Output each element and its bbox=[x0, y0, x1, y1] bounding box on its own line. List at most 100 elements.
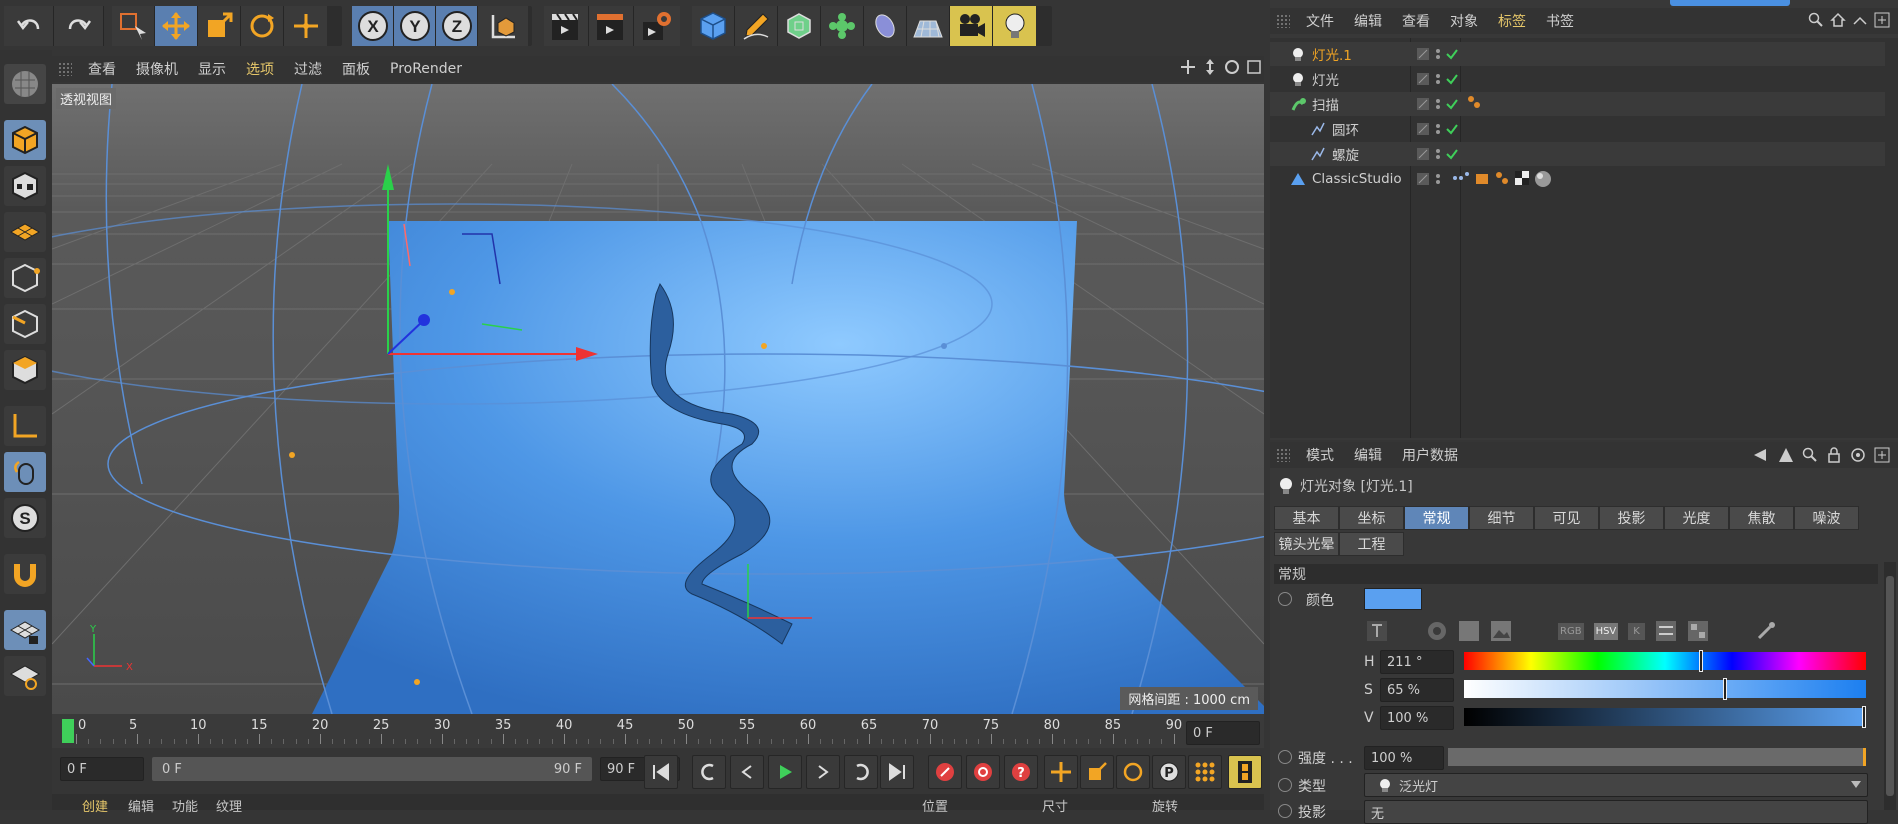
coordinate-system-button[interactable] bbox=[478, 6, 528, 46]
redo-button[interactable] bbox=[54, 6, 104, 46]
viewport-menu-panel[interactable]: 面板 bbox=[332, 59, 380, 79]
viewport-menu-prorender[interactable]: ProRender bbox=[380, 61, 472, 77]
prev-key-button[interactable] bbox=[692, 755, 726, 789]
material-tab-function[interactable]: 功能 bbox=[172, 796, 198, 815]
object-name[interactable]: 扫描 bbox=[1312, 94, 1410, 114]
viewport-menu-view[interactable]: 查看 bbox=[78, 59, 126, 79]
om-menu-tags[interactable]: 标签 bbox=[1488, 11, 1536, 31]
shadow-keyframe-button[interactable] bbox=[1278, 804, 1292, 818]
render-view-button[interactable] bbox=[544, 6, 589, 46]
type-dropdown[interactable]: 泛光灯 bbox=[1364, 773, 1868, 797]
render-picture-viewer-button[interactable] bbox=[589, 6, 634, 46]
om-menu-edit[interactable]: 编辑 bbox=[1344, 11, 1392, 31]
attribute-tab[interactable]: 光度 bbox=[1664, 506, 1729, 530]
object-name[interactable]: 圆环 bbox=[1332, 119, 1410, 139]
saturation-slider[interactable] bbox=[1464, 678, 1866, 700]
next-frame-button[interactable] bbox=[806, 755, 840, 789]
attribute-tab[interactable]: 工程 bbox=[1339, 532, 1404, 556]
new-panel-icon[interactable] bbox=[1874, 447, 1890, 463]
color-wheel-icon[interactable] bbox=[1426, 620, 1448, 642]
material-tab-create[interactable]: 创建 bbox=[82, 796, 108, 815]
tweak-mode-button[interactable] bbox=[4, 452, 46, 492]
model-mode-button[interactable] bbox=[4, 120, 46, 160]
om-menu-view[interactable]: 查看 bbox=[1392, 11, 1440, 31]
viewport-menu-filter[interactable]: 过滤 bbox=[284, 59, 332, 79]
material-tab-texture[interactable]: 纹理 bbox=[216, 796, 242, 815]
phong-tag-icon[interactable] bbox=[1466, 94, 1482, 114]
color-swatch[interactable] bbox=[1364, 588, 1422, 610]
workplane-button[interactable] bbox=[4, 212, 46, 252]
intensity-field[interactable]: 100 % bbox=[1364, 746, 1444, 770]
camera-button[interactable] bbox=[950, 6, 993, 46]
intensity-keyframe-button[interactable] bbox=[1278, 750, 1292, 764]
target-icon[interactable] bbox=[1850, 447, 1866, 463]
goto-start-button[interactable] bbox=[644, 755, 678, 789]
key-pla-button[interactable] bbox=[1188, 755, 1222, 789]
hue-slider[interactable] bbox=[1464, 650, 1866, 672]
spectrum-icon[interactable] bbox=[1458, 620, 1480, 642]
edges-mode-button[interactable] bbox=[4, 304, 46, 344]
attribute-tab[interactable]: 细节 bbox=[1469, 506, 1534, 530]
cloner-button[interactable] bbox=[821, 6, 864, 46]
attribute-tab[interactable]: 镜头光晕 bbox=[1274, 532, 1339, 556]
timeline-view-button[interactable] bbox=[1228, 755, 1262, 789]
om-menu-file[interactable]: 文件 bbox=[1296, 11, 1344, 31]
key-help-button[interactable]: ? bbox=[1004, 755, 1038, 789]
viewport-menu-display[interactable]: 显示 bbox=[188, 59, 236, 79]
key-rotation-button[interactable] bbox=[1116, 755, 1150, 789]
object-name[interactable]: 螺旋 bbox=[1332, 144, 1410, 164]
attribute-tab[interactable]: 常规 bbox=[1404, 506, 1469, 530]
mode-rgb[interactable]: RGB bbox=[1558, 622, 1584, 640]
subdivision-button[interactable] bbox=[778, 6, 821, 46]
eyedropper-icon[interactable] bbox=[1755, 620, 1777, 642]
image-icon[interactable] bbox=[1490, 620, 1512, 642]
deformer-button[interactable] bbox=[864, 6, 907, 46]
attribute-tab[interactable]: 基本 bbox=[1274, 506, 1339, 530]
texture-axis-button[interactable] bbox=[4, 166, 46, 206]
current-frame-field[interactable]: 0 F bbox=[1186, 721, 1260, 745]
goto-end-button[interactable] bbox=[880, 755, 914, 789]
key-parameter-button[interactable]: P bbox=[1152, 755, 1186, 789]
am-menu-mode[interactable]: 模式 bbox=[1296, 445, 1344, 465]
search-icon[interactable] bbox=[1808, 12, 1824, 28]
object-row[interactable]: 扫描 bbox=[1270, 92, 1885, 116]
object-row[interactable]: 灯光 bbox=[1270, 67, 1885, 91]
polygons-mode-button[interactable] bbox=[4, 350, 46, 390]
home-icon[interactable] bbox=[1830, 12, 1846, 28]
snap-button[interactable] bbox=[4, 554, 46, 594]
planar-workplane-button[interactable] bbox=[4, 656, 46, 696]
attribute-scrollbar[interactable] bbox=[1884, 562, 1896, 810]
value-slider[interactable] bbox=[1464, 706, 1866, 728]
frame-range-slider[interactable]: 0 F 90 F bbox=[152, 757, 592, 781]
object-name[interactable]: 灯光.1 bbox=[1312, 44, 1410, 64]
play-button[interactable] bbox=[768, 755, 802, 789]
om-menu-bookmarks[interactable]: 书签 bbox=[1536, 11, 1584, 31]
object-row[interactable]: ClassicStudio bbox=[1270, 167, 1885, 191]
color-keyframe-button[interactable] bbox=[1278, 592, 1292, 606]
up-arrow-icon[interactable] bbox=[1778, 447, 1794, 463]
mode-kelvin[interactable]: K bbox=[1628, 622, 1645, 640]
lock-workplane-button[interactable] bbox=[4, 610, 46, 650]
axis-mode-button[interactable] bbox=[4, 406, 46, 446]
axis-x-button[interactable]: X bbox=[352, 6, 394, 46]
attribute-tab[interactable]: 坐标 bbox=[1339, 506, 1404, 530]
lock-icon[interactable] bbox=[1826, 447, 1842, 463]
mode-hsv[interactable]: HSV bbox=[1593, 622, 1619, 640]
v-field[interactable]: 100 % bbox=[1380, 706, 1454, 730]
floor-button[interactable] bbox=[907, 6, 950, 46]
attribute-tab[interactable]: 噪波 bbox=[1794, 506, 1859, 530]
record-button[interactable] bbox=[928, 755, 962, 789]
viewport-menu-camera[interactable]: 摄像机 bbox=[126, 59, 188, 79]
attribute-tab[interactable]: 投影 bbox=[1599, 506, 1664, 530]
prev-frame-button[interactable] bbox=[730, 755, 764, 789]
snap-solo-button[interactable]: S bbox=[4, 498, 46, 538]
scrollbar-thumb[interactable] bbox=[1886, 576, 1894, 796]
dolly-icon[interactable] bbox=[1202, 59, 1218, 75]
am-menu-userdata[interactable]: 用户数据 bbox=[1392, 445, 1468, 465]
texture-mode-button[interactable] bbox=[4, 64, 46, 104]
orbit-icon[interactable] bbox=[1224, 59, 1240, 75]
key-scale-button[interactable] bbox=[1080, 755, 1114, 789]
undo-button[interactable] bbox=[4, 6, 54, 46]
key-position-button[interactable] bbox=[1044, 755, 1078, 789]
object-name[interactable]: ClassicStudio bbox=[1312, 171, 1410, 187]
